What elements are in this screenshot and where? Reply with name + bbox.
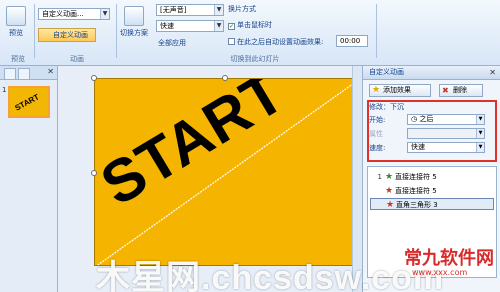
switch-scheme-button[interactable]: 切换方案: [120, 6, 148, 38]
speed-combo[interactable]: 快速 ▼: [156, 20, 224, 32]
exit-star-icon: ★: [386, 200, 395, 210]
add-effect-button[interactable]: ★ 添加效果: [369, 84, 431, 97]
start-combo[interactable]: ◷ 之后 ▼: [407, 114, 485, 125]
star-icon: ★: [372, 85, 381, 95]
sound-combo[interactable]: [无声音] ▼: [156, 4, 224, 16]
switch-mode-label: 换片方式: [228, 5, 256, 13]
watermark-text: 木星网.chcsdsw.com: [96, 259, 445, 292]
chevron-down-icon: ▼: [100, 9, 109, 19]
ribbon: 预览 预览 自定义动画... ▼ 自定义动画 动画 切换方案 [无声音] ▼ 快速 ▼…: [0, 0, 500, 66]
divider: [34, 4, 35, 58]
chevron-down-icon: ▼: [476, 115, 484, 124]
preview-button[interactable]: 预览: [6, 6, 26, 38]
remove-button[interactable]: ✖ 删除: [439, 84, 483, 97]
apply-all-button[interactable]: 全部应用: [158, 38, 186, 48]
resize-handle[interactable]: [91, 75, 97, 81]
after-time-checkbox[interactable]: 在此之后自动设置动画效果:: [228, 37, 323, 47]
preview-icon: [6, 6, 26, 26]
tab-outline[interactable]: [18, 68, 30, 79]
divider: [376, 4, 377, 58]
entrance-star-icon: ★: [385, 172, 394, 182]
speed-label: 速度:: [369, 144, 386, 152]
chevron-down-icon: ▼: [214, 21, 223, 31]
custom-animation-button[interactable]: 自定义动画: [38, 28, 96, 42]
slide-canvas[interactable]: START: [94, 78, 356, 266]
animation-group-label: 动画: [70, 55, 84, 63]
checkbox-box: [228, 38, 235, 45]
pane-title: 自定义动画 ✕: [363, 66, 500, 80]
resize-handle[interactable]: [91, 170, 97, 176]
animation-combo[interactable]: 自定义动画... ▼: [38, 8, 110, 20]
chevron-down-icon: ▼: [214, 5, 223, 15]
after-time-input[interactable]: 00:00: [336, 35, 368, 47]
transition-group-label: 切换到此幻灯片: [230, 55, 280, 63]
modify-label: 修改：下沉: [369, 103, 404, 111]
chevron-down-icon: ▼: [476, 129, 484, 138]
property-combo: ▼: [407, 128, 485, 139]
watermark-logo: 常九软件网 www.xxx.com: [404, 248, 494, 277]
exit-star-icon: ★: [385, 186, 394, 196]
tab-slides[interactable]: [4, 68, 16, 79]
preview-group-label: 预览: [11, 55, 25, 63]
close-icon[interactable]: ✕: [489, 66, 496, 79]
list-item[interactable]: ★ 直接连接符 5: [370, 185, 494, 197]
property-label: 属性: [369, 130, 383, 138]
slide-number: 1: [2, 86, 7, 94]
speed-combo[interactable]: 快速 ▼: [407, 142, 485, 153]
resize-handle[interactable]: [222, 75, 228, 81]
chevron-down-icon: ▼: [476, 143, 484, 152]
thumbnail-text: START: [13, 92, 41, 113]
check-icon: ✓: [228, 23, 235, 30]
close-icon[interactable]: ✕: [47, 67, 54, 76]
pane-tabs: ✕: [0, 66, 57, 80]
switch-scheme-icon: [124, 6, 144, 26]
on-click-checkbox[interactable]: ✓ 单击鼠标时: [228, 20, 272, 30]
start-label: 开始:: [369, 116, 386, 124]
slide-thumbnail[interactable]: START: [8, 86, 50, 118]
list-item-selected[interactable]: ★ 直角三角形 3: [370, 198, 494, 210]
remove-icon: ✖: [442, 86, 449, 95]
divider: [116, 4, 117, 58]
slides-pane: ✕ 1 START: [0, 66, 58, 292]
list-item[interactable]: 1 ★ 直接连接符 5: [370, 171, 494, 183]
